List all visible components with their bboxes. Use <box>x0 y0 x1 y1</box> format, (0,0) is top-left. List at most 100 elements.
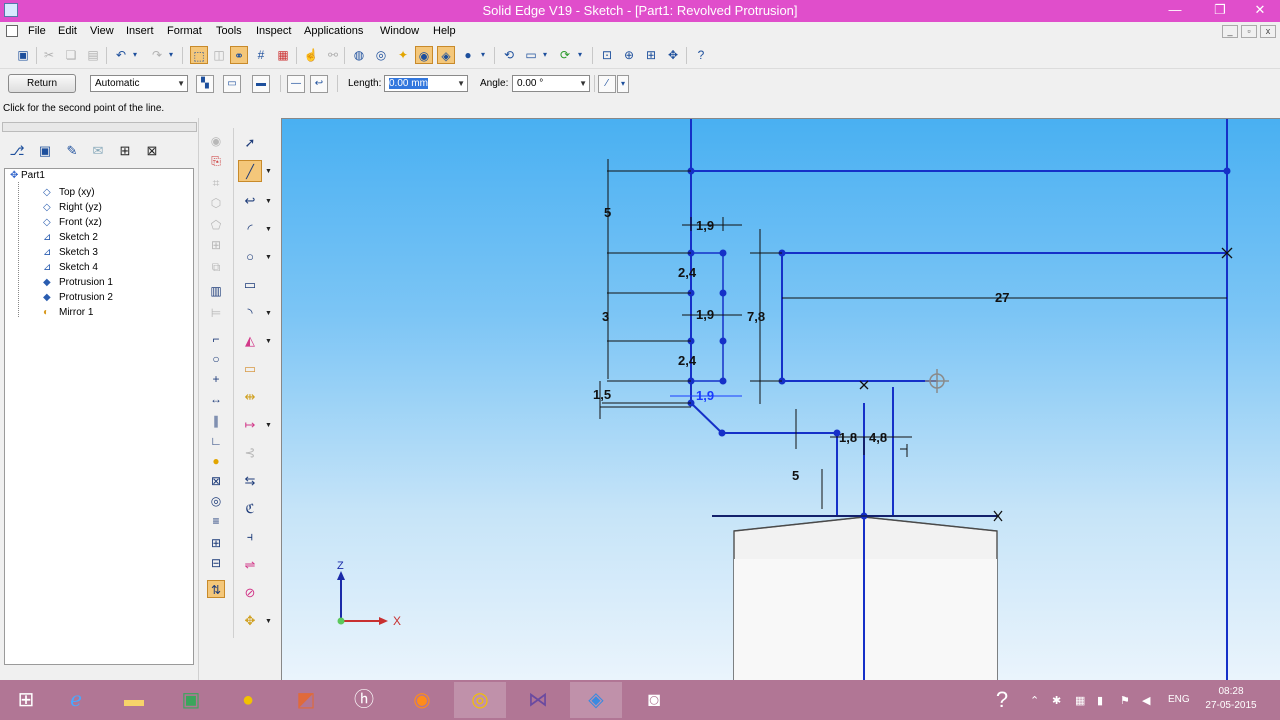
dimension-27[interactable]: 27 <box>995 290 1009 305</box>
trim-tool-icon[interactable]: ◭ <box>238 330 262 352</box>
view-front-icon[interactable]: ◍ <box>350 46 368 64</box>
dimension-dropdown-icon[interactable]: ▼ <box>265 422 272 429</box>
volume-icon[interactable]: ◀ <box>1142 694 1150 707</box>
arc-tool-icon[interactable]: ◜ <box>238 218 262 240</box>
tangent-icon[interactable]: ▥ <box>207 282 225 300</box>
file-explorer-icon[interactable]: ▬ <box>108 682 160 718</box>
tree-root[interactable]: ✥ Part1 <box>10 170 45 181</box>
doc-close-button[interactable]: x <box>1260 25 1276 38</box>
zone-select-icon[interactable]: ◫ <box>210 46 228 64</box>
dimension-1-5[interactable]: 1,5 <box>593 387 611 402</box>
offset-icon[interactable]: ⌗ <box>207 174 225 192</box>
tree-item-top-plane[interactable]: ◇ Top (xy) <box>43 185 95 200</box>
dimension-1-9-c[interactable]: 1,9 <box>696 388 714 403</box>
curve-tool-icon[interactable]: ↩ <box>238 190 262 212</box>
menu-edit[interactable]: Edit <box>58 25 77 37</box>
camera-icon[interactable]: ◙ <box>628 682 680 718</box>
dimension-5-bottom[interactable]: 5 <box>792 468 799 483</box>
mode-select[interactable]: Automatic ▼ <box>90 75 188 92</box>
collinear-icon[interactable]: ≡ <box>207 512 225 530</box>
rotate-tool-icon[interactable]: ⊘ <box>238 582 262 604</box>
clock[interactable]: 08:28 27-05-2015 <box>1200 685 1262 713</box>
circle-dropdown-icon[interactable]: ▼ <box>265 254 272 261</box>
copy-icon[interactable]: ❏ <box>62 46 80 64</box>
document-icon[interactable] <box>6 25 18 37</box>
redo-dropdown-icon[interactable]: ▾ <box>166 46 176 64</box>
view-iso-icon[interactable]: ◎ <box>372 46 390 64</box>
minimize-button[interactable]: — <box>1160 0 1190 22</box>
move-tool-icon[interactable]: ✥ <box>238 610 262 632</box>
shaded-icon[interactable]: ◉ <box>415 46 433 64</box>
shaded-edges-icon[interactable]: ◈ <box>437 46 455 64</box>
line-style-icon[interactable]: ▭ <box>223 75 241 93</box>
library-icon[interactable]: ✉ <box>87 140 109 162</box>
length-input[interactable]: 0.00 mm ▼ <box>384 75 468 92</box>
relationship-handles-icon[interactable]: ⚭ <box>230 46 248 64</box>
distance-dimension-icon[interactable]: ↦ <box>238 414 262 436</box>
copy-sketch-icon[interactable]: ⧉ <box>207 258 225 276</box>
dimension-5-top[interactable]: 5 <box>604 205 611 220</box>
restore-button[interactable]: ❐ <box>1205 0 1235 22</box>
network-icon[interactable]: ▮ <box>1097 694 1103 707</box>
menu-format[interactable]: Format <box>167 25 202 37</box>
rotate-dropdown-icon[interactable]: ▾ <box>575 46 585 64</box>
solid-edge-icon[interactable]: ◈ <box>570 682 622 718</box>
fit-icon[interactable]: ⊞ <box>642 46 660 64</box>
tree-item-sketch-3[interactable]: ⊿ Sketch 3 <box>43 245 98 260</box>
layout-dropdown-icon[interactable]: ▾ <box>540 46 550 64</box>
tree-item-front-plane[interactable]: ◇ Front (xz) <box>43 215 102 230</box>
calendar-icon[interactable]: ▦ <box>274 46 292 64</box>
flag-icon[interactable]: ⚑ <box>1120 694 1130 707</box>
tray-app-icon[interactable]: ▦ <box>1075 694 1085 707</box>
bluetooth-icon[interactable]: ✱ <box>1052 694 1061 707</box>
paste-icon[interactable]: ▤ <box>84 46 102 64</box>
hp-icon[interactable]: ⓗ <box>338 682 390 718</box>
close-button[interactable]: ✕ <box>1245 0 1275 22</box>
fillet-tool-icon[interactable]: ◝ <box>238 302 262 324</box>
select-tool-icon[interactable]: ⬚ <box>190 46 208 64</box>
grid-icon[interactable]: # <box>252 46 270 64</box>
circle-relation-icon[interactable]: ○ <box>207 350 225 368</box>
menu-inspect[interactable]: Inspect <box>256 25 291 37</box>
move-dropdown-icon[interactable]: ▼ <box>265 618 272 625</box>
sketch-drawing[interactable]: 5 1,9 2,4 3 1,9 7,8 27 2,4 1,5 1,9 1,8 4… <box>282 119 1280 680</box>
fill-tool-icon[interactable]: ▭ <box>238 358 262 380</box>
equal-icon[interactable]: ⊨ <box>207 304 225 322</box>
tree-item-sketch-4[interactable]: ⊿ Sketch 4 <box>43 260 98 275</box>
arc-dropdown-icon[interactable]: ▼ <box>265 226 272 233</box>
intersect-icon[interactable]: ⬠ <box>207 216 225 234</box>
globe-icon[interactable]: ● <box>459 46 477 64</box>
maintain-relationships-icon[interactable]: ⇅ <box>207 580 225 598</box>
include-icon[interactable]: ⎘ <box>207 152 225 170</box>
media-player-icon[interactable]: ● <box>222 682 274 718</box>
axis-tool-icon[interactable]: ⫞ <box>238 526 262 548</box>
start-icon[interactable]: ⊞ <box>0 682 52 718</box>
fillet-dropdown-icon[interactable]: ▼ <box>265 310 272 317</box>
line-mode-icon[interactable]: ― <box>287 75 305 93</box>
globe-dropdown-icon[interactable]: ▾ <box>478 46 488 64</box>
link-icon[interactable]: ⚯ <box>324 46 342 64</box>
tray-expand-icon[interactable]: ⌃ <box>1030 694 1039 707</box>
panel-scrollbar[interactable] <box>2 122 197 132</box>
circle-tool-icon[interactable]: ○ <box>238 246 262 268</box>
zoom-area-icon[interactable]: ⊡ <box>598 46 616 64</box>
menu-insert[interactable]: Insert <box>126 25 154 37</box>
angle-input[interactable]: 0.00 ° ▼ <box>512 75 590 92</box>
pattern-icon[interactable]: ⊞ <box>207 236 225 254</box>
line-weight-icon[interactable]: ▬ <box>252 75 270 93</box>
concentric-icon[interactable]: ◎ <box>207 492 225 510</box>
dimension-7-8[interactable]: 7,8 <box>747 309 765 324</box>
tree-item-mirror-1[interactable]: ◐ Mirror 1 <box>43 305 93 320</box>
dimension-4-8[interactable]: 4,8 <box>869 430 887 445</box>
select-arrow-icon[interactable]: ➚ <box>238 132 262 154</box>
chrome-icon[interactable]: ◎ <box>454 682 506 718</box>
feature-pathfinder-icon[interactable]: ⎇ <box>6 140 28 162</box>
dimension-2-4-b[interactable]: 2,4 <box>678 353 697 368</box>
help-pointer-icon[interactable]: ? <box>692 46 710 64</box>
firefox-icon[interactable]: ◉ <box>396 682 448 718</box>
smart-dimension-icon[interactable]: ⇹ <box>238 386 262 408</box>
layers-icon[interactable]: ▣ <box>34 140 56 162</box>
return-button[interactable]: Return <box>8 74 76 93</box>
zoom-icon[interactable]: ⊕ <box>620 46 638 64</box>
rectangle-tool-icon[interactable]: ▭ <box>238 274 262 296</box>
